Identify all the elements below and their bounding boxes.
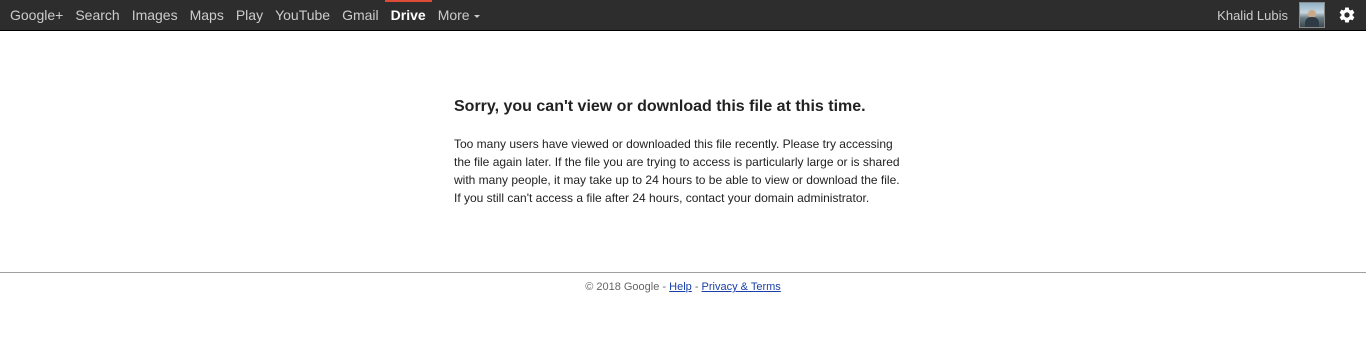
nav-google-plus[interactable]: Google+ — [4, 0, 69, 30]
account-area: Khalid Lubis — [1217, 0, 1366, 30]
error-title: Sorry, you can't view or download this f… — [454, 98, 866, 115]
nav-more-label: More — [437, 7, 470, 23]
error-panel: Sorry, you can't view or download this f… — [454, 96, 904, 207]
nav-play[interactable]: Play — [230, 0, 269, 30]
nav-drive[interactable]: Drive — [384, 0, 432, 30]
footer-copyright: © 2018 Google — [585, 281, 660, 293]
nav-maps[interactable]: Maps — [184, 0, 230, 30]
nav-search[interactable]: Search — [69, 0, 125, 30]
avatar-body — [1305, 17, 1319, 27]
footer: © 2018 Google - Help - Privacy & Terms — [0, 280, 1366, 294]
account-name[interactable]: Khalid Lubis — [1217, 8, 1288, 23]
help-link[interactable]: Help — [669, 281, 692, 293]
chevron-down-icon — [473, 14, 480, 18]
gear-icon-glyph — [1339, 7, 1355, 23]
avatar[interactable] — [1299, 2, 1325, 28]
gear-icon[interactable] — [1335, 3, 1359, 27]
nav-gmail[interactable]: Gmail — [336, 0, 385, 30]
footer-divider — [0, 272, 1366, 273]
nav-more-button[interactable]: More — [432, 0, 486, 30]
google-bar-nav: Google+ Search Images Maps Play YouTube … — [0, 0, 486, 30]
error-message: Too many users have viewed or downloaded… — [454, 137, 900, 205]
footer-separator: - — [659, 281, 670, 293]
footer-separator: - — [691, 281, 702, 293]
nav-youtube[interactable]: YouTube — [269, 0, 336, 30]
nav-images[interactable]: Images — [126, 0, 184, 30]
privacy-terms-link[interactable]: Privacy & Terms — [702, 281, 781, 293]
google-bar: Google+ Search Images Maps Play YouTube … — [0, 0, 1366, 31]
